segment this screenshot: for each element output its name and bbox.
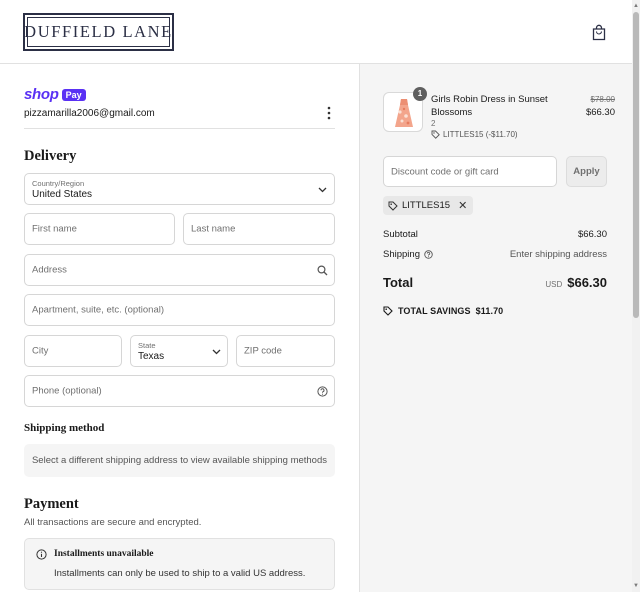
last-name-placeholder: Last name	[191, 223, 236, 235]
zip-placeholder: ZIP code	[244, 345, 282, 357]
phone-field[interactable]: Phone (optional)	[24, 375, 335, 407]
tag-icon	[431, 130, 440, 139]
apartment-placeholder: Apartment, suite, etc. (optional)	[32, 304, 165, 316]
chevron-down-icon	[212, 349, 221, 355]
country-select[interactable]: Country/Region United States	[24, 173, 335, 205]
item-original-price: $78.00	[590, 95, 615, 104]
first-name-field[interactable]: First name	[24, 213, 175, 245]
scroll-up-arrow-icon[interactable]: ▲	[632, 2, 640, 10]
chevron-down-icon	[318, 187, 327, 193]
tag-icon	[383, 306, 393, 316]
address-placeholder: Address	[32, 264, 67, 276]
item-discount: LITTLES15 (-$11.70)	[431, 130, 518, 139]
shipping-label-group: Shipping	[383, 249, 433, 260]
shop-pay-account: shop Pay	[24, 86, 86, 103]
scrollbar-thumb[interactable]	[633, 12, 639, 318]
apply-discount-button[interactable]: Apply	[566, 156, 607, 187]
scroll-down-arrow-icon[interactable]: ▼	[632, 582, 640, 590]
country-value: United States	[32, 189, 93, 200]
logo-inner-border: DUFFIELD LANE	[24, 17, 173, 47]
order-summary-panel	[359, 64, 632, 592]
remove-discount-icon[interactable]: ✕	[458, 199, 467, 212]
installments-notice: Installments unavailable Installments ca…	[24, 538, 335, 590]
item-discount-text: LITTLES15 (-$11.70)	[443, 130, 518, 139]
payment-subtitle: All transactions are secure and encrypte…	[24, 517, 202, 528]
shipping-method-heading: Shipping method	[24, 422, 105, 434]
item-variant: 2	[431, 119, 436, 128]
payment-heading: Payment	[24, 496, 79, 512]
shipping-method-note: Select a different shipping address to v…	[24, 444, 335, 477]
total-value: $66.30	[567, 275, 607, 290]
state-value: Texas	[138, 351, 165, 362]
divider	[24, 128, 335, 129]
shipping-label: Shipping	[383, 249, 420, 260]
discount-code-input[interactable]: Discount code or gift card	[383, 156, 557, 187]
total-label: Total	[383, 275, 414, 290]
country-label: Country/Region	[32, 179, 85, 188]
subtotal-label: Subtotal	[383, 229, 418, 240]
address-field[interactable]: Address	[24, 254, 335, 286]
shop-pay-logo-text: shop	[24, 86, 59, 103]
last-name-field[interactable]: Last name	[183, 213, 335, 245]
apartment-field[interactable]: Apartment, suite, etc. (optional)	[24, 294, 335, 326]
first-name-placeholder: First name	[32, 223, 77, 235]
delivery-heading: Delivery	[24, 148, 77, 164]
help-circle-icon[interactable]	[424, 250, 433, 259]
page-scrollbar[interactable]: ▲ ▼	[632, 0, 640, 592]
search-icon	[317, 265, 328, 276]
item-quantity-badge: 1	[413, 87, 427, 101]
tag-icon	[388, 201, 398, 211]
dress-image-icon	[395, 99, 413, 127]
total-savings: TOTAL SAVINGS $11.70	[383, 306, 503, 316]
site-header: DUFFIELD LANE	[0, 0, 632, 64]
installments-title: Installments unavailable	[54, 549, 154, 559]
more-options-icon[interactable]	[324, 105, 334, 121]
shopping-bag-icon[interactable]	[591, 24, 607, 41]
shop-pay-badge: Pay	[61, 88, 86, 101]
total-currency: USD	[545, 280, 563, 289]
item-name: Girls Robin Dress in Sunset Blossoms	[431, 94, 548, 118]
applied-discount-code: LITTLES15	[402, 200, 451, 211]
city-placeholder: City	[32, 345, 49, 357]
total-savings-label: TOTAL SAVINGS	[398, 306, 471, 316]
state-label: State	[138, 341, 156, 350]
info-icon	[36, 549, 47, 560]
store-logo[interactable]: DUFFIELD LANE	[23, 13, 174, 51]
zip-field[interactable]: ZIP code	[236, 335, 335, 367]
subtotal-row: Subtotal $66.30	[383, 229, 607, 240]
phone-placeholder: Phone (optional)	[32, 385, 102, 397]
account-email: pizzamarilla2006@gmail.com	[24, 108, 155, 119]
shipping-row: Shipping Enter shipping address	[383, 249, 607, 260]
installments-text: Installments can only be used to ship to…	[54, 568, 306, 579]
state-select[interactable]: State Texas	[130, 335, 228, 367]
total-amount-group: USD $66.30	[545, 275, 607, 290]
applied-discount-chip: LITTLES15 ✕	[383, 196, 474, 215]
shipping-value: Enter shipping address	[509, 249, 607, 260]
total-row: Total USD $66.30	[383, 275, 607, 290]
discount-code-placeholder: Discount code or gift card	[391, 166, 499, 177]
help-circle-icon[interactable]	[317, 386, 328, 397]
subtotal-value: $66.30	[577, 229, 607, 240]
total-savings-value: $11.70	[475, 306, 504, 316]
item-final-price: $66.30	[585, 107, 615, 118]
logo-text: DUFFIELD LANE	[24, 22, 173, 41]
city-field[interactable]: City	[24, 335, 122, 367]
